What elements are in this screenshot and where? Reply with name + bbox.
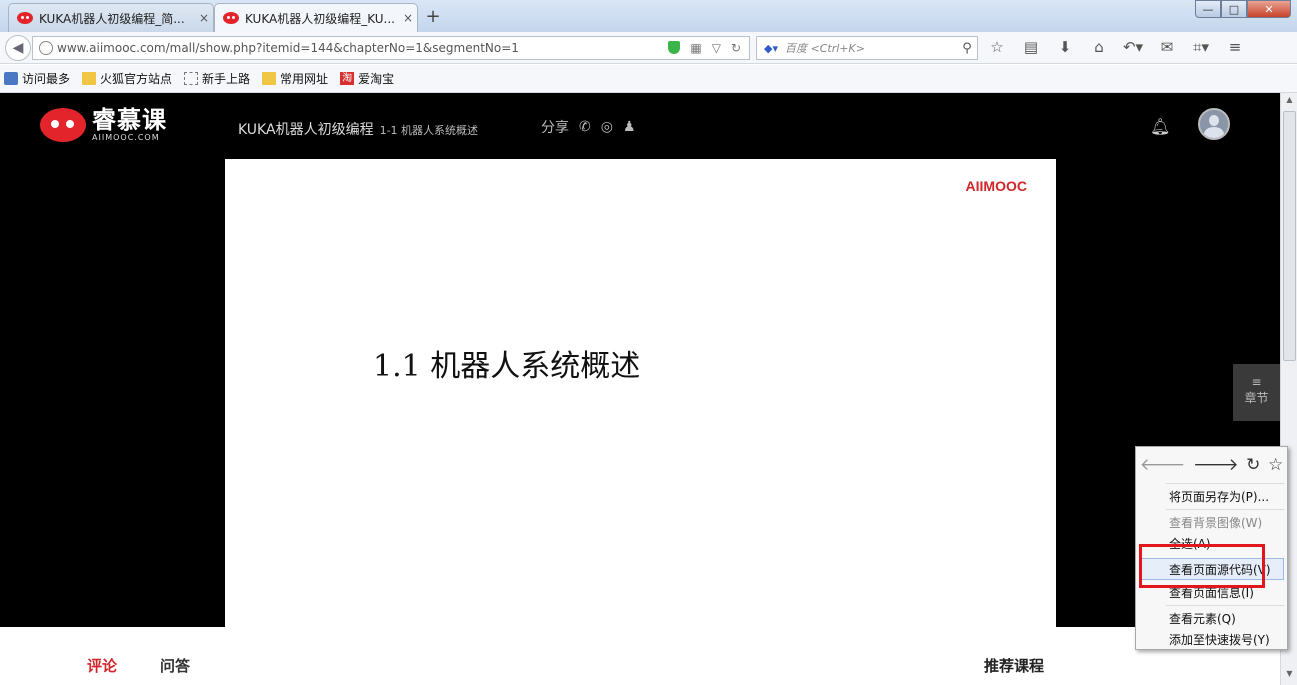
site-favicon-icon — [223, 12, 239, 24]
toolbar-buttons: ☆ ▤ ⬇ ⌂ ↶▾ ✉ ⌗▾ ≡ — [986, 38, 1246, 56]
weibo-icon[interactable]: ◎ — [601, 119, 613, 135]
home-icon[interactable]: ⌂ — [1088, 38, 1110, 56]
content-tabs: 评论 问答 推荐课程 — [0, 627, 1280, 685]
bookmark-label: 爱淘宝 — [358, 72, 395, 86]
course-player-area: 睿慕课 AIIMOOC.COM KUKA机器人初级编程 1-1 机器人系统概述 分… — [0, 93, 1280, 627]
tab-close-icon[interactable]: × — [195, 11, 213, 25]
back-arrow-icon: ◀ — [12, 40, 24, 56]
search-bar[interactable]: ◆▾ 百度 <Ctrl+K> ⚲ — [756, 36, 978, 60]
tab-close-icon[interactable]: × — [399, 11, 417, 25]
bookmark-common-sites[interactable]: 常用网址 — [262, 70, 328, 87]
forward-arrow-icon[interactable]: 🡒 — [1193, 455, 1239, 475]
tab-kuka-2-active[interactable]: KUKA机器人初级编程_KU... × — [214, 3, 418, 32]
chapter-label: 章节 — [1244, 391, 1269, 405]
bookmark-label: 火狐官方站点 — [100, 72, 173, 86]
logo-text: 睿慕课 — [92, 106, 167, 134]
bookmark-label: 新手上路 — [202, 72, 251, 86]
navigation-toolbar: ◀ www.aiimooc.com/mall/show.php?itemid=1… — [0, 32, 1297, 64]
tab-title: KUKA机器人初级编程_简... — [39, 11, 185, 26]
notification-bell-icon[interactable]: 🔔︎ — [1150, 117, 1170, 136]
url-text[interactable]: www.aiimooc.com/mall/show.php?itemid=144… — [57, 41, 668, 55]
web-page: 睿慕课 AIIMOOC.COM KUKA机器人初级编程 1-1 机器人系统概述 分… — [0, 93, 1280, 685]
reload-icon[interactable]: ↻ — [731, 41, 741, 55]
tab-title: KUKA机器人初级编程_KU... — [245, 11, 395, 26]
menu-inspect-element[interactable]: 查看元素(Q) — [1169, 610, 1236, 627]
course-title: KUKA机器人初级编程 — [238, 122, 374, 138]
tab-strip: KUKA机器人初级编程_简... × KUKA机器人初级编程_KU... × +… — [0, 0, 1297, 32]
slide-title: 1.1 机器人系统概述 — [373, 349, 641, 384]
bookmark-star-icon[interactable]: ☆ — [1268, 455, 1283, 475]
baidu-paw-icon[interactable]: ◆▾ — [757, 38, 785, 58]
share-label: 分享 — [541, 120, 569, 136]
menu-icon[interactable]: ≡ — [1224, 38, 1246, 56]
tab-kuka-1[interactable]: KUKA机器人初级编程_简... × — [8, 3, 214, 32]
segment-title: 1-1 机器人系统概述 — [379, 124, 479, 137]
bookmark-getting-started[interactable]: 新手上路 — [184, 70, 250, 87]
most-visited-icon — [4, 72, 18, 85]
folder-icon — [262, 72, 277, 85]
security-shield-icon[interactable] — [668, 41, 681, 54]
bookmark-firefox-site[interactable]: 火狐官方站点 — [82, 70, 172, 87]
menu-view-background-image[interactable]: 查看背景图像(W) — [1169, 514, 1262, 531]
chat-icon[interactable]: ✉ — [1156, 38, 1178, 56]
recommended-courses-heading: 推荐课程 — [984, 657, 1045, 675]
window-controls: — □ ✕ — [1195, 0, 1291, 18]
list-icon: ≡ — [1251, 375, 1262, 389]
bookmark-taobao[interactable]: 淘爱淘宝 — [340, 70, 394, 87]
user-avatar[interactable] — [1198, 108, 1230, 140]
scroll-up-arrow-icon[interactable]: ▲ — [1283, 95, 1296, 109]
site-logo[interactable]: 睿慕课 AIIMOOC.COM — [40, 107, 167, 142]
menu-separator — [1166, 509, 1284, 510]
bookmark-label: 常用网址 — [280, 72, 329, 86]
tab-qa[interactable]: 问答 — [160, 655, 190, 676]
bookmark-label: 访问最多 — [22, 72, 71, 86]
course-heading: KUKA机器人初级编程 1-1 机器人系统概述 — [238, 119, 478, 139]
chapter-button[interactable]: ≡ 章节 — [1233, 364, 1280, 421]
annotation-highlight-box — [1139, 544, 1265, 588]
reload-icon[interactable]: ↻ — [1246, 455, 1260, 475]
globe-icon — [39, 41, 53, 55]
dashed-page-icon — [184, 72, 199, 85]
back-button[interactable]: ◀ — [5, 35, 31, 61]
search-icon[interactable]: ⚲ — [957, 41, 977, 56]
share-bar: 分享 ✆ ◎ ♟ — [541, 117, 636, 137]
scroll-down-arrow-icon[interactable]: ▼ — [1283, 669, 1296, 683]
dropdown-arrow-icon[interactable]: ▽ — [712, 41, 721, 55]
maximize-button[interactable]: □ — [1221, 0, 1247, 18]
address-bar[interactable]: www.aiimooc.com/mall/show.php?itemid=144… — [32, 36, 750, 60]
reading-list-icon[interactable]: ▤ — [1020, 38, 1042, 56]
back-arrow-icon[interactable]: 🡐 — [1140, 455, 1186, 475]
logo-mark-icon — [40, 107, 86, 142]
close-window-button[interactable]: ✕ — [1247, 0, 1291, 18]
qr-code-icon[interactable]: ▦ — [690, 41, 701, 55]
taobao-icon: 淘 — [340, 72, 355, 85]
menu-save-page-as[interactable]: 将页面另存为(P)... — [1169, 488, 1269, 505]
folder-icon — [82, 72, 97, 85]
logo-domain: AIIMOOC.COM — [92, 133, 160, 142]
download-icon[interactable]: ⬇ — [1054, 38, 1076, 56]
bookmarks-toolbar: 访问最多 火狐官方站点 新手上路 常用网址 淘爱淘宝 — [0, 65, 1297, 93]
menu-separator — [1166, 483, 1284, 484]
bookmark-star-icon[interactable]: ☆ — [986, 38, 1008, 56]
site-favicon-icon — [17, 12, 33, 24]
minimize-button[interactable]: — — [1195, 0, 1221, 18]
bookmark-most-visited[interactable]: 访问最多 — [4, 70, 70, 87]
search-input[interactable]: 百度 <Ctrl+K> — [785, 40, 957, 56]
slide-brand-logo: AIIMOOC — [965, 178, 1027, 194]
crop-icon[interactable]: ⌗▾ — [1190, 38, 1212, 56]
context-menu-nav: 🡐 🡒 ↻ ☆ — [1136, 447, 1287, 483]
slide-viewer: AIIMOOC 1.1 机器人系统概述 — [225, 159, 1056, 627]
undo-icon[interactable]: ↶▾ — [1122, 38, 1144, 56]
scroll-thumb[interactable] — [1283, 111, 1296, 361]
wechat-icon[interactable]: ✆ — [579, 119, 591, 135]
menu-separator — [1166, 605, 1284, 606]
new-tab-button[interactable]: + — [424, 6, 442, 27]
qq-icon[interactable]: ♟ — [623, 119, 636, 135]
tab-comments[interactable]: 评论 — [87, 655, 117, 676]
menu-add-speed-dial[interactable]: 添加至快速拨号(Y) — [1169, 631, 1270, 648]
